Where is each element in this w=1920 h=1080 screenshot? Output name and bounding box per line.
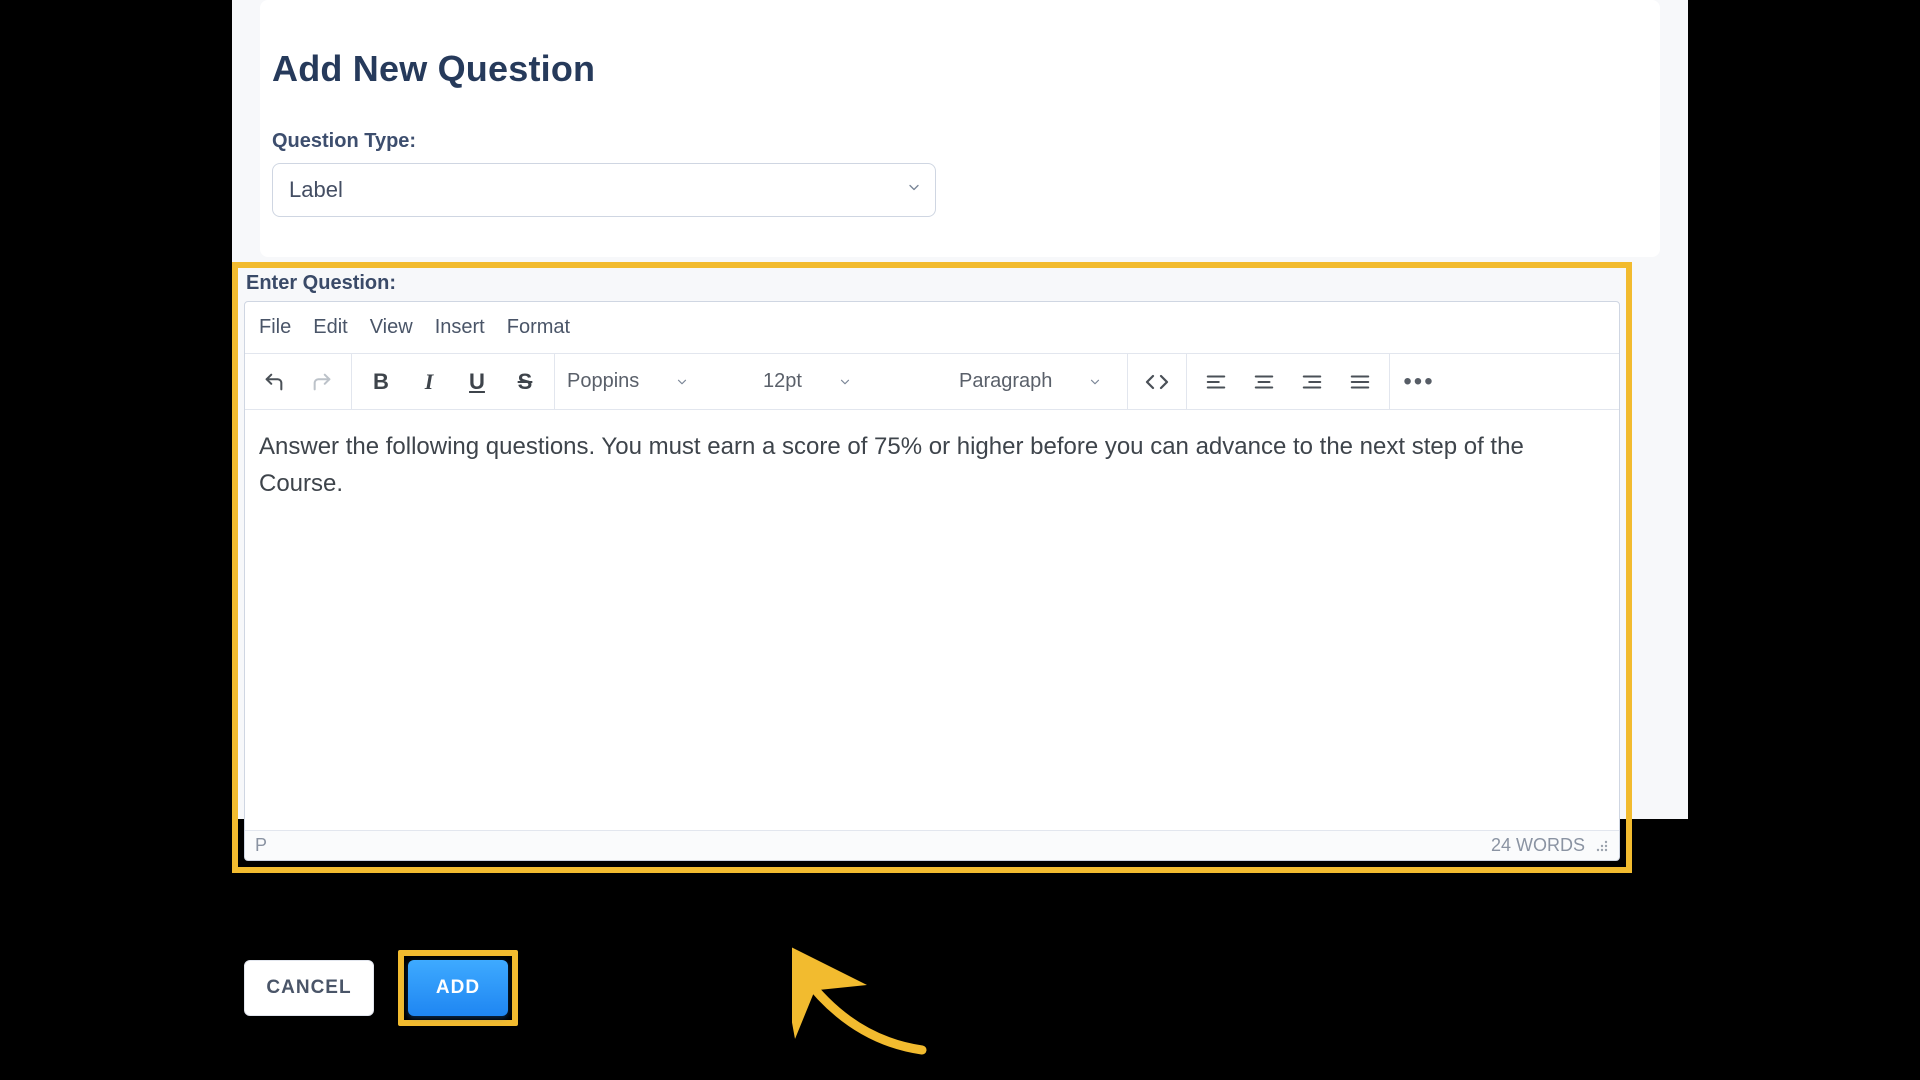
toolbar-format-group: B I U S	[352, 354, 555, 409]
add-button-highlight-annotation: ADD	[398, 950, 518, 1026]
align-left-button[interactable]	[1195, 362, 1237, 402]
editor-path: P	[255, 835, 267, 856]
toolbar-code-group	[1128, 354, 1187, 409]
bold-button[interactable]: B	[360, 362, 402, 402]
rich-text-editor: File Edit View Insert Format B I	[244, 301, 1620, 861]
editor-content[interactable]: Answer the following questions. You must…	[245, 410, 1619, 830]
underline-button[interactable]: U	[456, 362, 498, 402]
question-type-select-wrap	[272, 163, 936, 217]
editor-menubar: File Edit View Insert Format	[245, 302, 1619, 354]
chevron-down-icon	[675, 375, 689, 389]
card-inner: Add New Question Question Type:	[260, 28, 1660, 217]
page-title: Add New Question	[272, 48, 1648, 90]
add-button[interactable]: ADD	[408, 960, 508, 1016]
chevron-down-icon	[838, 375, 852, 389]
align-justify-button[interactable]	[1339, 362, 1381, 402]
strikethrough-button[interactable]: S	[504, 362, 546, 402]
menu-file[interactable]: File	[259, 316, 291, 339]
question-type-label: Question Type:	[272, 130, 1648, 153]
italic-button[interactable]: I	[408, 362, 450, 402]
editor-wordcount: 24 WORDS	[1491, 835, 1585, 856]
toolbar-history-group	[245, 354, 352, 409]
chevron-down-icon	[1088, 375, 1102, 389]
arrow-annotation-icon	[792, 940, 952, 1060]
menu-edit[interactable]: Edit	[313, 316, 347, 339]
menu-view[interactable]: View	[370, 316, 413, 339]
cancel-button[interactable]: CANCEL	[244, 960, 374, 1016]
editor-toolbar: B I U S Poppins 12pt	[245, 354, 1619, 410]
toolbar-more-group: •••	[1390, 354, 1619, 409]
question-type-select[interactable]	[272, 163, 936, 217]
font-size-select[interactable]: 12pt	[751, 370, 941, 393]
block-format-value: Paragraph	[959, 370, 1052, 393]
editor-statusbar: P 24 WORDS	[245, 830, 1619, 860]
font-family-value: Poppins	[567, 370, 639, 393]
app-stage: Add New Question Question Type: Enter Qu…	[232, 0, 1688, 819]
code-button[interactable]	[1136, 362, 1178, 402]
menu-format[interactable]: Format	[507, 316, 570, 339]
font-size-value: 12pt	[763, 370, 802, 393]
resize-grip-icon[interactable]	[1595, 839, 1609, 853]
font-family-select[interactable]: Poppins	[555, 370, 745, 393]
editor-highlight-annotation: Enter Question: File Edit View Insert Fo…	[232, 262, 1632, 873]
toolbar-align-group	[1187, 354, 1390, 409]
undo-button[interactable]	[253, 362, 295, 402]
block-format-select[interactable]: Paragraph	[947, 370, 1127, 393]
more-button[interactable]: •••	[1398, 362, 1440, 402]
enter-question-label: Enter Question:	[246, 272, 1620, 295]
align-right-button[interactable]	[1291, 362, 1333, 402]
align-center-button[interactable]	[1243, 362, 1285, 402]
redo-button[interactable]	[301, 362, 343, 402]
add-question-card: Add New Question Question Type:	[260, 0, 1660, 257]
action-buttons-row: CANCEL ADD	[244, 950, 518, 1026]
menu-insert[interactable]: Insert	[435, 316, 485, 339]
toolbar-dropdowns-group: Poppins 12pt Paragraph	[555, 354, 1128, 409]
